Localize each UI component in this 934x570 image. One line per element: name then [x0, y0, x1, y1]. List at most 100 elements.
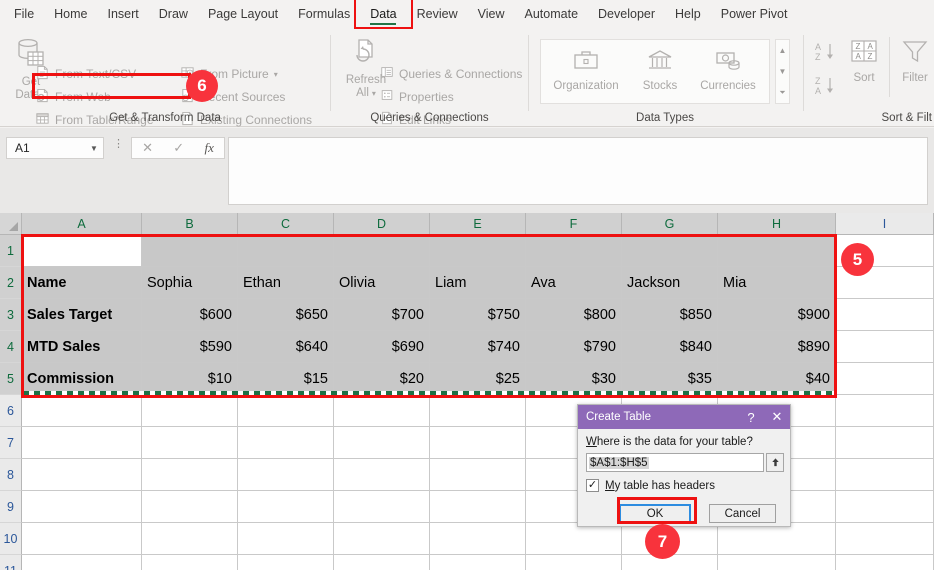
cell-B10[interactable] — [142, 523, 238, 555]
column-header-C[interactable]: C — [238, 213, 334, 235]
cell-A4[interactable]: MTD Sales — [22, 331, 142, 363]
gallery-scroll-up-icon[interactable]: ▲ — [776, 40, 789, 61]
cell-E6[interactable] — [430, 395, 526, 427]
tab-review[interactable]: Review — [407, 0, 468, 29]
cell-A3[interactable]: Sales Target — [22, 299, 142, 331]
row-header-7[interactable]: 7 — [0, 427, 22, 459]
row-header-9[interactable]: 9 — [0, 491, 22, 523]
row-header-4[interactable]: 4 — [0, 331, 22, 363]
cell-G2[interactable]: Jackson — [622, 267, 718, 299]
cell-E8[interactable] — [430, 459, 526, 491]
cell-C6[interactable] — [238, 395, 334, 427]
range-picker-button[interactable] — [766, 453, 784, 472]
cell-B2[interactable]: Sophia — [142, 267, 238, 299]
tab-view[interactable]: View — [468, 0, 515, 29]
tab-power-pivot[interactable]: Power Pivot — [711, 0, 798, 29]
row-header-1[interactable]: 1 — [0, 235, 22, 267]
tab-developer[interactable]: Developer — [588, 0, 665, 29]
cell-D9[interactable] — [334, 491, 430, 523]
gallery-expand-icon[interactable]: ⏷ — [776, 82, 789, 103]
row-header-5[interactable]: 5 — [0, 363, 22, 395]
cell-H4[interactable]: $890 — [718, 331, 836, 363]
column-header-F[interactable]: F — [526, 213, 622, 235]
cell-F11[interactable] — [526, 555, 622, 570]
cancel-entry-icon[interactable]: ✕ — [142, 140, 153, 156]
cell-E2[interactable]: Liam — [430, 267, 526, 299]
cell-C10[interactable] — [238, 523, 334, 555]
ok-button[interactable]: OK — [619, 504, 691, 523]
column-header-E[interactable]: E — [430, 213, 526, 235]
cell-C11[interactable] — [238, 555, 334, 570]
select-all-corner[interactable] — [0, 213, 22, 235]
properties-button[interactable]: Properties — [380, 88, 454, 105]
row-header-10[interactable]: 10 — [0, 523, 22, 555]
filter-button[interactable]: Filter — [895, 39, 934, 85]
column-header-I[interactable]: I — [836, 213, 934, 235]
cell-F3[interactable]: $800 — [526, 299, 622, 331]
column-header-G[interactable]: G — [622, 213, 718, 235]
data-types-gallery[interactable]: Organization Stocks Currencies — [540, 39, 770, 104]
cell-E9[interactable] — [430, 491, 526, 523]
cell-H10[interactable] — [718, 523, 836, 555]
cell-A9[interactable] — [22, 491, 142, 523]
tab-insert[interactable]: Insert — [98, 0, 149, 29]
cell-H3[interactable]: $900 — [718, 299, 836, 331]
cell-I6[interactable] — [836, 395, 934, 427]
table-range-input[interactable]: $A$1:$H$5 — [586, 453, 764, 472]
cell-D2[interactable]: Olivia — [334, 267, 430, 299]
cell-A2[interactable]: Name — [22, 267, 142, 299]
from-text-csv-button[interactable]: From Text/CSV — [35, 65, 136, 83]
tab-automate[interactable]: Automate — [515, 0, 589, 29]
column-header-H[interactable]: H — [718, 213, 836, 235]
tab-help[interactable]: Help — [665, 0, 711, 29]
cell-E1[interactable] — [430, 235, 526, 267]
cell-H2[interactable]: Mia — [718, 267, 836, 299]
cell-A10[interactable] — [22, 523, 142, 555]
row-header-2[interactable]: 2 — [0, 267, 22, 299]
cancel-button[interactable]: Cancel — [709, 504, 776, 523]
tab-file[interactable]: File — [0, 0, 44, 29]
cell-I11[interactable] — [836, 555, 934, 570]
cell-B1[interactable] — [142, 235, 238, 267]
column-header-A[interactable]: A — [22, 213, 142, 235]
cell-F2[interactable]: Ava — [526, 267, 622, 299]
formula-bar-drag-handle[interactable]: ⋮ — [113, 139, 124, 150]
cell-E3[interactable]: $750 — [430, 299, 526, 331]
sort-button[interactable]: Z A A Z Sort — [843, 39, 885, 85]
my-table-has-headers-checkbox[interactable]: ✓ — [586, 479, 599, 492]
cell-C4[interactable]: $640 — [238, 331, 334, 363]
row-header-8[interactable]: 8 — [0, 459, 22, 491]
cell-I9[interactable] — [836, 491, 934, 523]
close-icon[interactable]: ✕ — [764, 405, 790, 429]
cell-C8[interactable] — [238, 459, 334, 491]
cell-C7[interactable] — [238, 427, 334, 459]
cell-B6[interactable] — [142, 395, 238, 427]
cell-A6[interactable] — [22, 395, 142, 427]
cell-G1[interactable] — [622, 235, 718, 267]
cell-C9[interactable] — [238, 491, 334, 523]
cell-D11[interactable] — [334, 555, 430, 570]
cell-E10[interactable] — [430, 523, 526, 555]
row-header-11[interactable]: 11 — [0, 555, 22, 570]
data-types-gallery-scroll[interactable]: ▲ ▼ ⏷ — [775, 39, 790, 104]
queries-connections-button[interactable]: Queries & Connections — [380, 65, 522, 82]
cell-G3[interactable]: $850 — [622, 299, 718, 331]
tab-page-layout[interactable]: Page Layout — [198, 0, 288, 29]
cell-D7[interactable] — [334, 427, 430, 459]
row-header-6[interactable]: 6 — [0, 395, 22, 427]
cell-I10[interactable] — [836, 523, 934, 555]
from-web-button[interactable]: From Web — [35, 88, 111, 106]
cell-H1[interactable] — [718, 235, 836, 267]
cell-E7[interactable] — [430, 427, 526, 459]
cell-A11[interactable] — [22, 555, 142, 570]
data-type-currencies[interactable]: Currencies — [693, 48, 763, 93]
cell-G4[interactable]: $840 — [622, 331, 718, 363]
column-header-B[interactable]: B — [142, 213, 238, 235]
name-box[interactable]: A1 ▼ — [6, 137, 104, 159]
data-type-organization[interactable]: Organization — [549, 48, 623, 93]
cell-B11[interactable] — [142, 555, 238, 570]
cell-I4[interactable] — [836, 331, 934, 363]
cell-D3[interactable]: $700 — [334, 299, 430, 331]
help-icon[interactable]: ? — [738, 405, 764, 429]
cell-I3[interactable] — [836, 299, 934, 331]
